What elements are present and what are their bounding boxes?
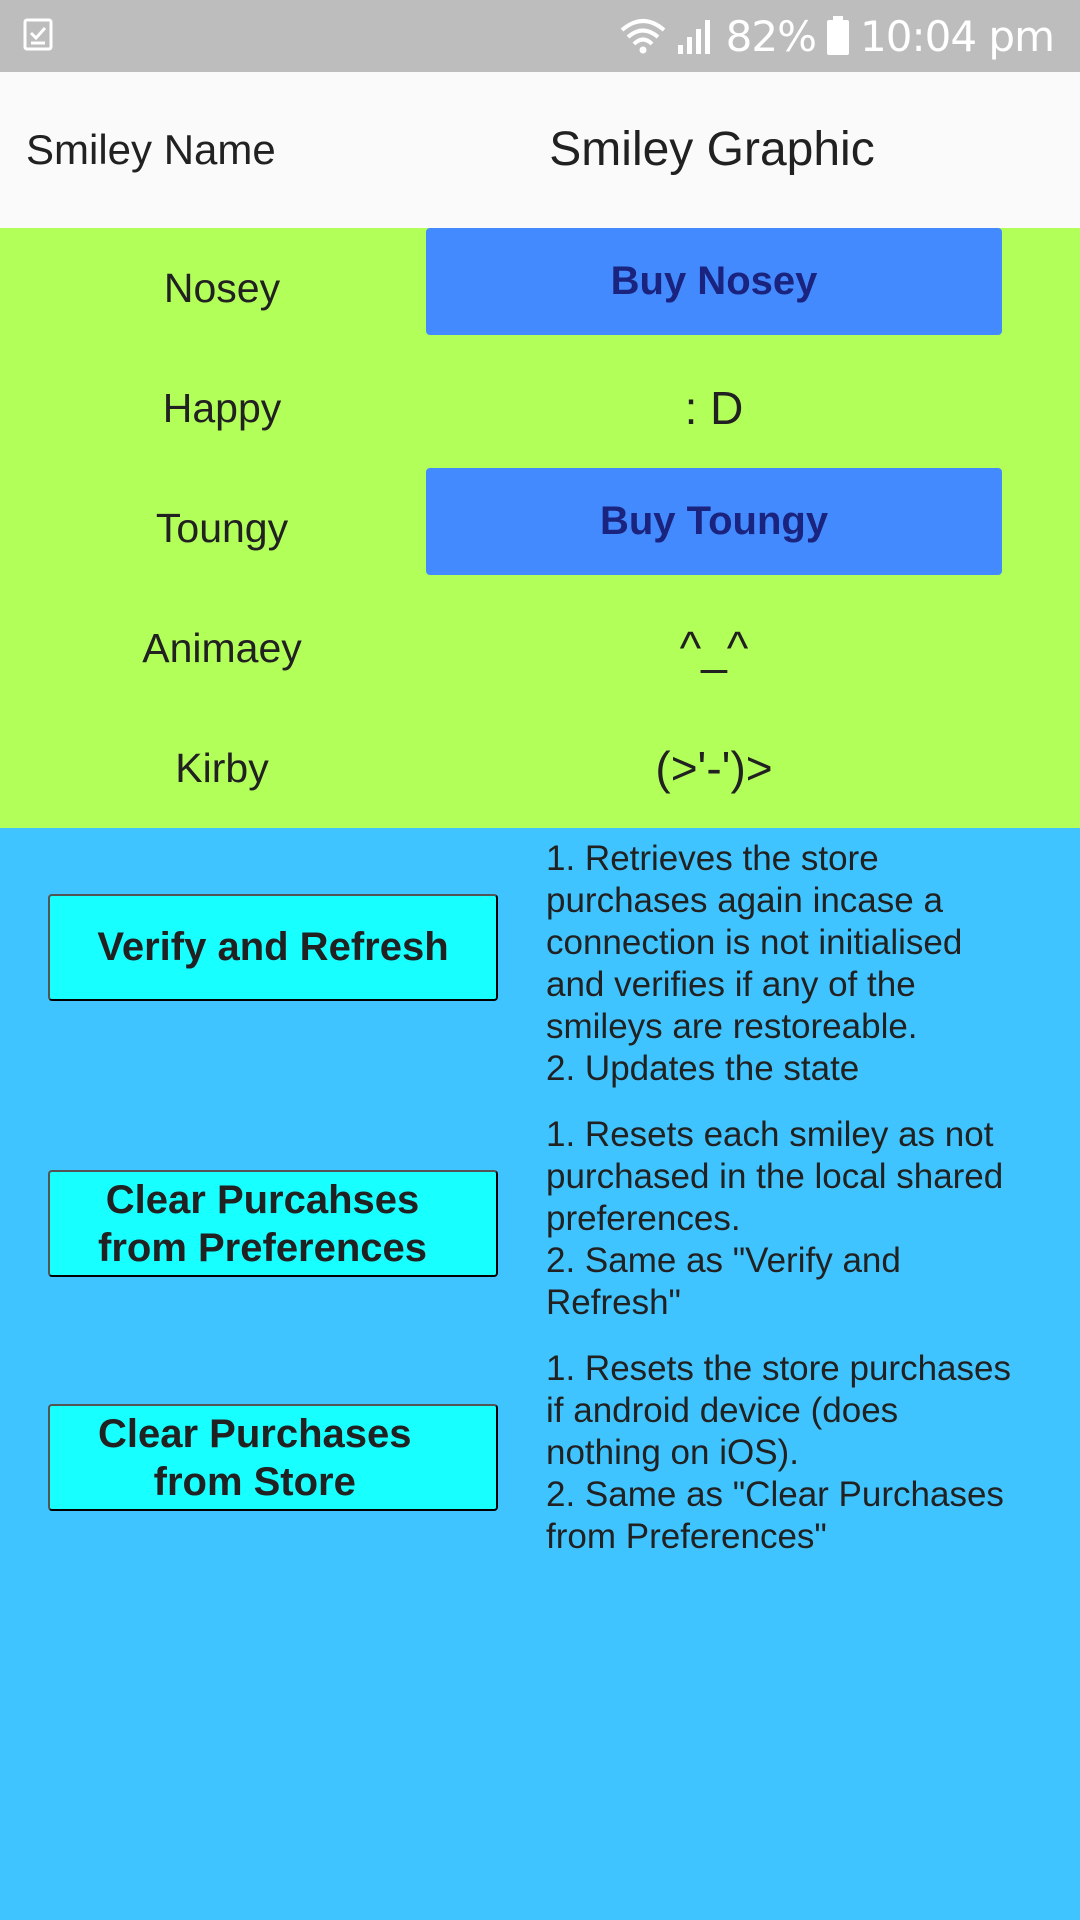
description-line: Refresh" <box>546 1283 681 1322</box>
smiley-name: Animaey <box>142 625 302 671</box>
buy-nosey-button[interactable]: Buy Nosey <box>426 228 1002 335</box>
description-line: smileys are restoreable. <box>546 1007 918 1046</box>
button-label-line: Clear Purchases <box>98 1411 412 1456</box>
clear-store-description: 1. Resets the store purchases if android… <box>546 1348 1046 1558</box>
description-line: 1. Resets each smiley as not <box>546 1115 994 1154</box>
verify-and-refresh-description: 1. Retrieves the store purchases again i… <box>546 838 1046 1090</box>
description-line: from Preferences" <box>546 1517 827 1556</box>
status-time: 10:04 pm <box>860 11 1055 61</box>
description-line: 1. Resets the store purchases <box>546 1349 1011 1388</box>
smiley-name: Happy <box>162 385 282 431</box>
button-label-line: from Preferences <box>98 1225 428 1270</box>
smiley-graphic: ^_^ <box>679 622 749 674</box>
description-line: if android device (does <box>546 1391 899 1430</box>
button-label-line: Clear Purcahses <box>105 1177 420 1222</box>
header-smiley-graphic: Smiley Graphic <box>549 123 875 176</box>
header-smiley-name: Smiley Name <box>26 126 276 173</box>
smiley-row-nosey: Nosey Buy Nosey <box>0 228 1080 348</box>
description-line: nothing on iOS). <box>546 1433 799 1472</box>
description-line: purchases again incase a <box>546 881 943 920</box>
smiley-table: Nosey Buy Nosey Happy : D Toungy Buy Tou… <box>0 228 1080 828</box>
smiley-name: Kirby <box>175 745 269 791</box>
status-right: 82% 10:04 pm <box>620 11 1055 61</box>
button-label: Clear Purchases from Store <box>98 1410 412 1506</box>
description-line: connection is not initialised <box>546 923 963 962</box>
smiley-graphic: (>'-')> <box>655 742 773 794</box>
wifi-icon <box>620 18 666 54</box>
smiley-row-happy: Happy : D <box>0 348 1080 468</box>
description-line: and verifies if any of the <box>546 965 916 1004</box>
battery-icon <box>826 16 850 56</box>
description-line: 2. Updates the state <box>546 1049 860 1088</box>
smiley-name: Nosey <box>163 265 281 311</box>
clear-preferences-description: 1. Resets each smiley as not purchased i… <box>546 1114 1046 1324</box>
verify-and-refresh-button[interactable]: Verify and Refresh <box>48 894 498 1001</box>
description-line: purchased in the local shared <box>546 1157 1004 1196</box>
description-line: preferences. <box>546 1199 741 1238</box>
status-left <box>22 16 54 56</box>
smiley-row-toungy: Toungy Buy Toungy <box>0 468 1080 588</box>
smiley-row-animaey: Animaey ^_^ <box>0 588 1080 708</box>
table-header: Smiley Name Smiley Graphic <box>0 72 1080 228</box>
button-label-line: from Store <box>153 1459 356 1504</box>
clear-purchases-from-store-button[interactable]: Clear Purchases from Store <box>48 1404 498 1511</box>
smiley-row-kirby: Kirby (>'-')> <box>0 708 1080 828</box>
signal-icon <box>676 17 716 55</box>
description-line: 1. Retrieves the store <box>546 839 879 878</box>
clipboard-check-icon <box>22 16 54 56</box>
smiley-graphic: : D <box>684 382 744 434</box>
battery-percent: 82% <box>725 11 817 61</box>
button-label: Clear Purcahses from Preferences <box>98 1176 427 1272</box>
buy-toungy-button[interactable]: Buy Toungy <box>426 468 1002 575</box>
description-line: 2. Same as "Verify and <box>546 1241 901 1280</box>
smiley-name: Toungy <box>155 505 289 551</box>
description-line: 2. Same as "Clear Purchases <box>546 1475 1004 1514</box>
status-bar: 82% 10:04 pm <box>0 0 1080 72</box>
clear-purchases-from-preferences-button[interactable]: Clear Purcahses from Preferences <box>48 1170 498 1277</box>
